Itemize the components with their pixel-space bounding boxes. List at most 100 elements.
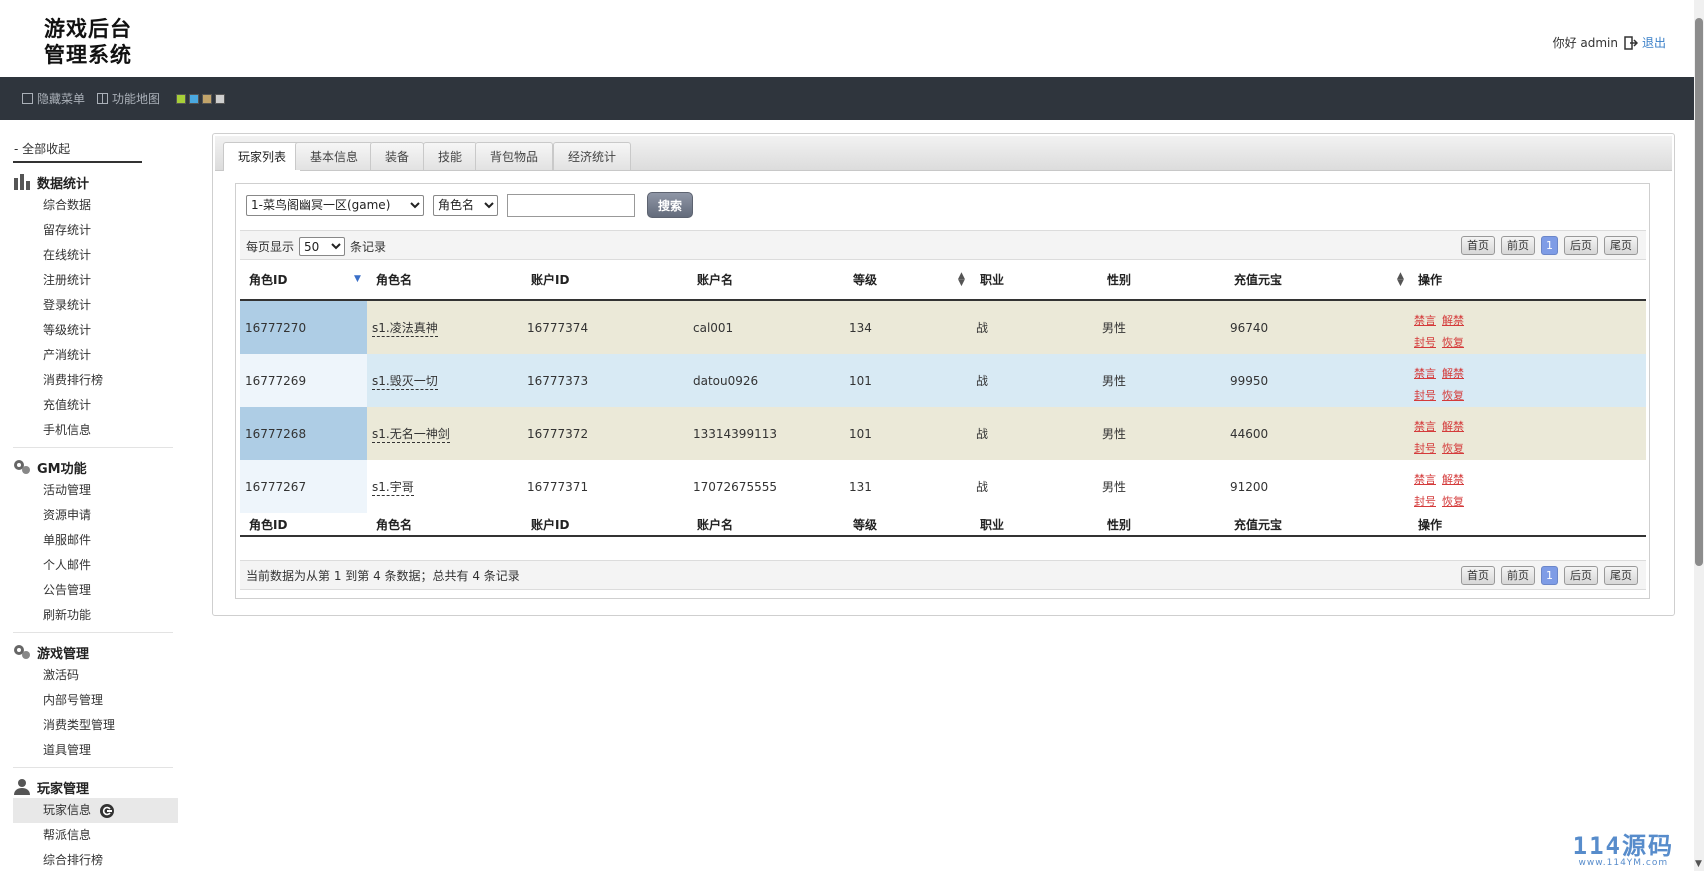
role-name-link[interactable]: s1.宇哥 xyxy=(372,478,414,496)
menu-group-title[interactable]: GM功能 xyxy=(13,456,178,478)
last-page-button[interactable]: 尾页 xyxy=(1604,566,1638,585)
tab-player-list[interactable]: 玩家列表 xyxy=(223,142,302,171)
current-page-button[interactable]: 1 xyxy=(1541,566,1558,585)
sort-both-icon: ▲ ▼ xyxy=(958,271,965,288)
sidebar-item-announcement[interactable]: 公告管理 xyxy=(13,578,178,603)
next-page-button[interactable]: 后页 xyxy=(1564,236,1598,255)
col-header-account-id[interactable]: 账户ID xyxy=(531,259,569,299)
sidebar-item-login[interactable]: 登录统计 xyxy=(13,293,178,318)
tab-skills[interactable]: 技能 xyxy=(423,142,478,170)
col-header-account-name[interactable]: 账户名 xyxy=(697,259,733,299)
last-page-button[interactable]: 尾页 xyxy=(1604,236,1638,255)
tab-economy[interactable]: 经济统计 xyxy=(553,142,632,170)
role-name-link[interactable]: s1.毁灭一切 xyxy=(372,372,438,390)
logout-link[interactable]: 退出 xyxy=(1624,34,1666,51)
sidebar-item-online[interactable]: 在线统计 xyxy=(13,243,178,268)
col-header-role-name[interactable]: 角色名 xyxy=(376,259,412,299)
sidebar-item-activation-code[interactable]: 激活码 xyxy=(13,663,178,688)
sidebar-item-activity[interactable]: 活动管理 xyxy=(13,478,178,503)
restore-link[interactable]: 恢复 xyxy=(1442,442,1464,455)
restore-link[interactable]: 恢复 xyxy=(1442,389,1464,402)
sidebar-item-guild[interactable]: 帮派信息 xyxy=(13,823,178,848)
tab-basic-info[interactable]: 基本信息 xyxy=(295,142,374,170)
sidebar-item-server-mail[interactable]: 单服邮件 xyxy=(13,528,178,553)
unmute-link[interactable]: 解禁 xyxy=(1442,367,1464,380)
sidebar-item-ranking[interactable]: 综合排行榜 xyxy=(13,848,178,873)
sidebar-item-recharge[interactable]: 充值统计 xyxy=(13,393,178,418)
scroll-thumb[interactable] xyxy=(1695,18,1703,566)
menu-group-title[interactable]: 玩家管理 xyxy=(13,776,178,798)
row-actions: 禁言 解禁 封号 恢复 xyxy=(1414,310,1470,354)
role-name-link[interactable]: s1.无名一神剑 xyxy=(372,425,450,443)
menu-group-title[interactable]: 游戏管理 xyxy=(13,641,178,663)
first-page-button[interactable]: 首页 xyxy=(1461,566,1495,585)
ban-link[interactable]: 封号 xyxy=(1414,389,1436,402)
first-page-button[interactable]: 首页 xyxy=(1461,236,1495,255)
sidebar-item-overview[interactable]: 综合数据 xyxy=(13,193,178,218)
search-bar: 1-菜鸟阁幽冥一区(game) 角色名 搜索 xyxy=(246,192,693,218)
search-button[interactable]: 搜索 xyxy=(647,192,693,218)
sidebar-item-production[interactable]: 产消统计 xyxy=(13,343,178,368)
theme-swatch-gray[interactable] xyxy=(215,93,226,104)
hide-menu-button[interactable]: 隐藏菜单 xyxy=(22,90,85,107)
ban-link[interactable]: 封号 xyxy=(1414,495,1436,508)
unmute-link[interactable]: 解禁 xyxy=(1442,473,1464,486)
next-page-button[interactable]: 后页 xyxy=(1564,566,1598,585)
sidebar-item-spending-type[interactable]: 消费类型管理 xyxy=(13,713,178,738)
cell-level: 101 xyxy=(849,373,872,388)
unmute-link[interactable]: 解禁 xyxy=(1442,420,1464,433)
sidebar-item-spending-rank[interactable]: 消费排行榜 xyxy=(13,368,178,393)
gears-icon xyxy=(14,645,30,659)
menu-group-title[interactable]: 数据统计 xyxy=(13,171,178,193)
function-map-button[interactable]: 功能地图 xyxy=(97,90,160,107)
prev-page-button[interactable]: 前页 xyxy=(1501,566,1535,585)
prev-page-button[interactable]: 前页 xyxy=(1501,236,1535,255)
scroll-down-icon[interactable]: ▼ xyxy=(1695,859,1702,869)
per-page-select[interactable]: 50 xyxy=(299,237,346,256)
role-name-link[interactable]: s1.凌法真神 xyxy=(372,319,438,337)
col-header-level[interactable]: 等级 xyxy=(853,259,877,299)
theme-swatch-brown[interactable] xyxy=(202,93,213,104)
ban-link[interactable]: 封号 xyxy=(1414,442,1436,455)
sidebar-item-retention[interactable]: 留存统计 xyxy=(13,218,178,243)
ban-link[interactable]: 封号 xyxy=(1414,336,1436,349)
col-header-recharge[interactable]: 充值元宝 xyxy=(1234,259,1282,299)
server-select[interactable]: 1-菜鸟阁幽冥一区(game) xyxy=(246,194,424,216)
theme-swatch-green[interactable] xyxy=(176,93,187,104)
theme-swatch-blue[interactable] xyxy=(189,93,200,104)
sidebar-item-resource-request[interactable]: 资源申请 xyxy=(13,503,178,528)
search-field-select[interactable]: 角色名 xyxy=(433,194,498,216)
cell-level: 101 xyxy=(849,426,872,441)
sidebar: - 全部收起 数据统计 综合数据 留存统计 在线统计 注册统计 登录统计 等级统… xyxy=(13,138,178,873)
pagination-top: 每页显示 50 条记录 首页 前页 1 后页 尾页 xyxy=(240,230,1646,260)
restore-link[interactable]: 恢复 xyxy=(1442,495,1464,508)
player-table: 角色ID ▼ 角色名 账户ID 账户名 等级 ▲ ▼ 职业 性别 充值元宝 ▲ ▼ … xyxy=(240,259,1646,537)
col-header-gender[interactable]: 性别 xyxy=(1107,259,1131,299)
mute-link[interactable]: 禁言 xyxy=(1414,473,1436,486)
col-header-job[interactable]: 职业 xyxy=(980,259,1004,299)
sidebar-item-personal-mail[interactable]: 个人邮件 xyxy=(13,553,178,578)
cell-gender: 男性 xyxy=(1102,321,1127,335)
sidebar-item-mobile[interactable]: 手机信息 xyxy=(13,418,178,443)
collapse-all-link[interactable]: - 全部收起 xyxy=(13,138,142,163)
sidebar-item-player-info[interactable]: 玩家信息 xyxy=(13,798,178,823)
mute-link[interactable]: 禁言 xyxy=(1414,314,1436,327)
tab-equipment[interactable]: 装备 xyxy=(370,142,425,170)
current-page-button[interactable]: 1 xyxy=(1541,236,1558,255)
unmute-link[interactable]: 解禁 xyxy=(1442,314,1464,327)
sidebar-item-refresh[interactable]: 刷新功能 xyxy=(13,603,178,628)
col-header-role-id[interactable]: 角色ID xyxy=(249,259,287,299)
restore-link[interactable]: 恢复 xyxy=(1442,336,1464,349)
mute-link[interactable]: 禁言 xyxy=(1414,367,1436,380)
sidebar-item-items[interactable]: 道具管理 xyxy=(13,738,178,763)
sidebar-item-internal-account[interactable]: 内部号管理 xyxy=(13,688,178,713)
table-row: 16777270 s1.凌法真神 16777374 cal001 134 战 男… xyxy=(240,301,1646,354)
logo-line-1: 游戏后台 xyxy=(44,16,132,41)
sidebar-item-register[interactable]: 注册统计 xyxy=(13,268,178,293)
page-scrollbar[interactable]: ▼ xyxy=(1694,0,1704,871)
tab-inventory[interactable]: 背包物品 xyxy=(475,142,554,170)
cell-account-id: 16777372 xyxy=(527,426,589,441)
mute-link[interactable]: 禁言 xyxy=(1414,420,1436,433)
search-input[interactable] xyxy=(507,193,635,217)
sidebar-item-level[interactable]: 等级统计 xyxy=(13,318,178,343)
